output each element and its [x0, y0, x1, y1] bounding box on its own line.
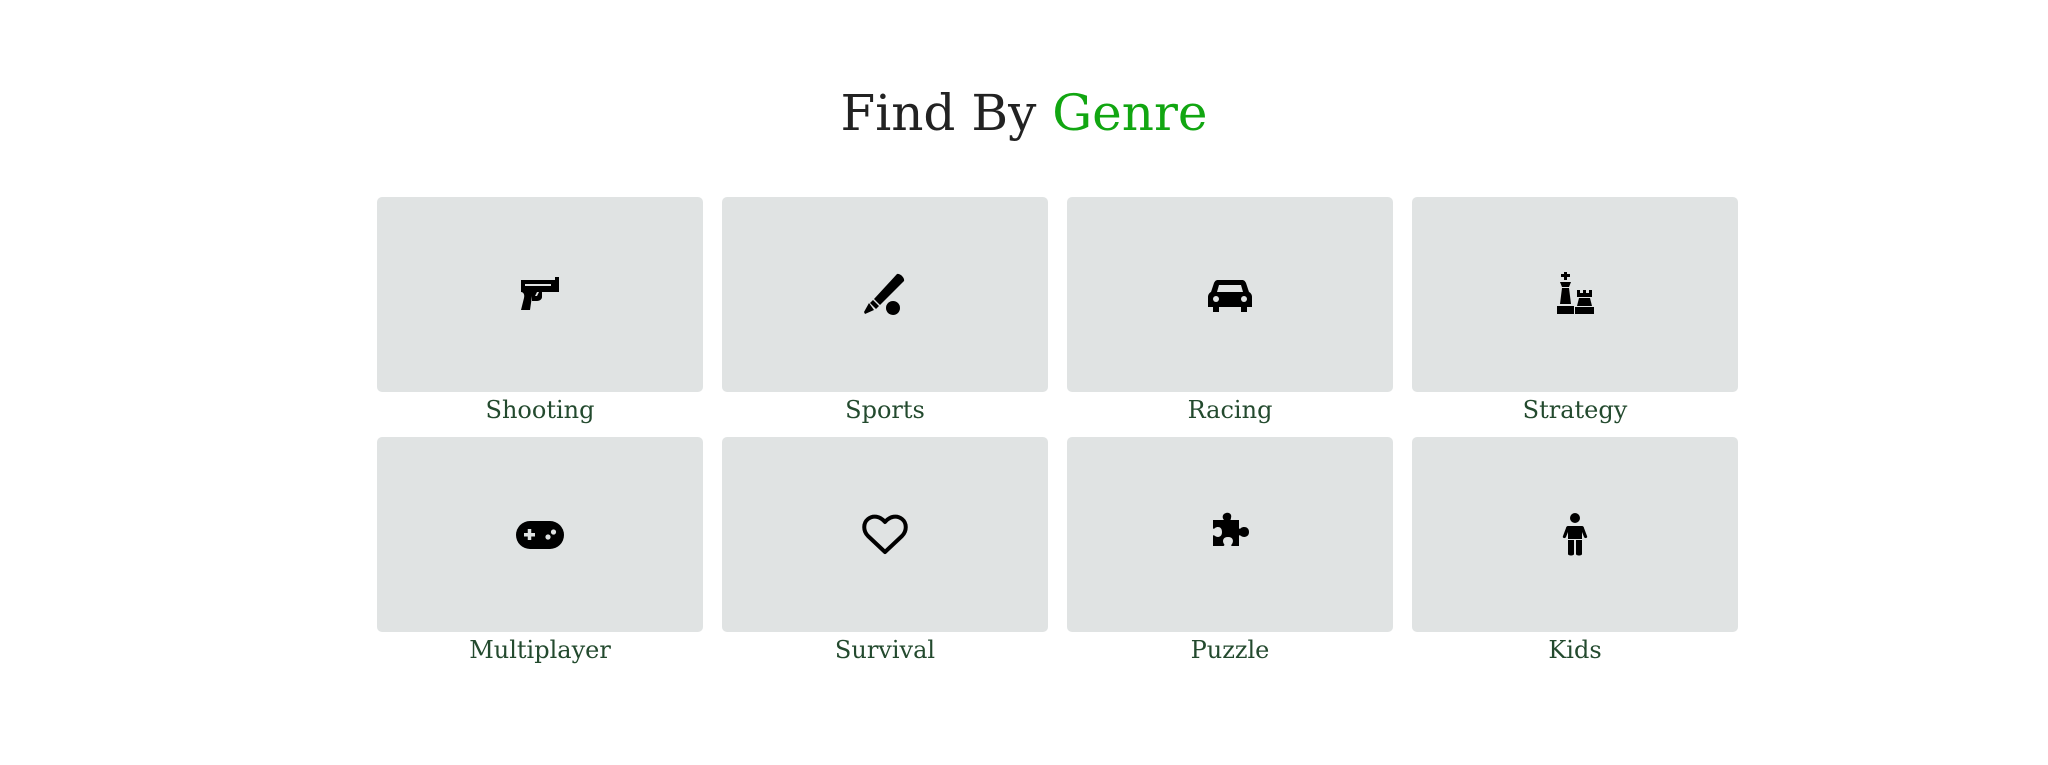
section-title: Find By Genre	[0, 78, 2048, 148]
genre-section: Find By Genre Shooting Sports Racing Str…	[0, 0, 2048, 765]
gamepad-icon	[516, 520, 564, 549]
genre-card-strategy[interactable]: Strategy	[1412, 197, 1738, 437]
genre-card-sports[interactable]: Sports	[722, 197, 1048, 437]
genre-label: Shooting	[485, 396, 595, 424]
genre-tile[interactable]	[722, 197, 1048, 392]
genre-tile[interactable]	[1412, 437, 1738, 632]
genre-card-puzzle[interactable]: Puzzle	[1067, 437, 1393, 677]
chess-pieces-icon	[1557, 271, 1594, 314]
genre-tile[interactable]	[1067, 437, 1393, 632]
genre-card-survival[interactable]: Survival	[722, 437, 1048, 677]
genre-card-racing[interactable]: Racing	[1067, 197, 1393, 437]
heart-icon	[862, 514, 908, 554]
genre-card-multiplayer[interactable]: Multiplayer	[377, 437, 703, 677]
genre-label: Multiplayer	[469, 636, 611, 664]
section-title-accent: Genre	[1052, 84, 1208, 142]
baseball-bat-ball-icon	[864, 273, 905, 315]
genre-label: Survival	[834, 636, 936, 664]
genre-label: Kids	[1548, 636, 1602, 664]
genre-label: Puzzle	[1190, 636, 1270, 664]
genre-label: Strategy	[1522, 396, 1628, 424]
genre-tile[interactable]	[722, 437, 1048, 632]
genre-card-shooting[interactable]: Shooting	[377, 197, 703, 437]
puzzle-piece-icon	[1213, 512, 1249, 546]
genre-tile[interactable]	[1067, 197, 1393, 392]
genre-tile[interactable]	[377, 197, 703, 392]
genre-card-kids[interactable]: Kids	[1412, 437, 1738, 677]
child-icon	[1562, 512, 1588, 555]
genre-tile[interactable]	[377, 437, 703, 632]
genre-label: Racing	[1187, 396, 1273, 424]
genre-grid: Shooting Sports Racing Strategy Multipla…	[377, 197, 1739, 677]
car-icon	[1208, 279, 1252, 312]
genre-tile[interactable]	[1412, 197, 1738, 392]
genre-label: Sports	[845, 396, 925, 424]
section-title-prefix: Find By	[840, 84, 1053, 142]
pistol-icon	[521, 276, 559, 310]
